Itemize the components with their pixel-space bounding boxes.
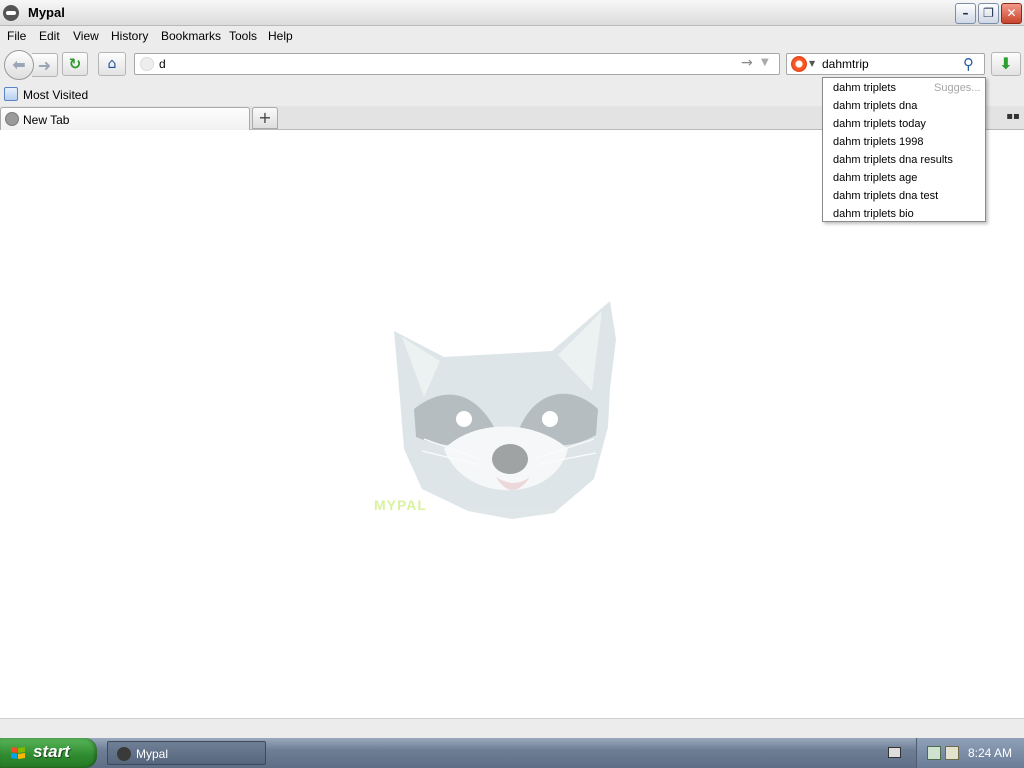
url-bar[interactable]: d → ▼ [134, 53, 780, 75]
most-visited-bookmark[interactable]: Most Visited [23, 88, 88, 102]
close-button[interactable]: ✕ [1001, 3, 1022, 24]
tab-list-button[interactable]: ▪▪ [1006, 111, 1020, 125]
restore-button[interactable]: ❐ [978, 3, 999, 24]
suggestion-item[interactable]: dahm triplets dna results [833, 154, 953, 166]
back-button[interactable]: ⬅ [4, 50, 34, 80]
globe-icon [5, 112, 19, 126]
minimize-button[interactable]: – [955, 3, 976, 24]
system-tray: 8:24 AM [916, 738, 1024, 768]
raccoon-logo [394, 301, 616, 519]
forward-button[interactable]: ➜ [32, 53, 58, 77]
window-title: Mypal [28, 5, 65, 20]
windows-flag-icon [11, 747, 25, 759]
menu-edit[interactable]: Edit [39, 29, 60, 43]
new-tab-button[interactable]: + [252, 107, 278, 129]
home-icon: ⌂ [107, 56, 117, 72]
menu-history[interactable]: History [111, 29, 148, 43]
menu-tools[interactable]: Tools [229, 29, 257, 43]
suggestion-item[interactable]: dahm triplets dna test [833, 190, 938, 202]
start-label: start [33, 742, 70, 761]
taskbar: start Mypal 8:24 AM [0, 738, 1024, 768]
mypal-app-icon [117, 747, 131, 761]
title-bar[interactable]: Mypal – ❐ ✕ [0, 0, 1024, 26]
taskbar-window-mypal[interactable]: Mypal [107, 741, 266, 765]
menu-bookmarks[interactable]: Bookmarks [161, 29, 221, 43]
tab-new-tab[interactable]: New Tab [0, 107, 250, 130]
download-arrow-icon: ⬇ [999, 54, 1013, 73]
back-arrow-icon: ⬅ [12, 55, 26, 74]
tab-label: New Tab [23, 113, 70, 127]
go-arrow-icon[interactable]: → [741, 55, 753, 71]
search-input[interactable]: dahmtrip [822, 57, 869, 71]
url-input[interactable]: d [159, 57, 166, 71]
status-bar [0, 718, 1024, 738]
most-visited-icon[interactable] [4, 87, 18, 101]
clock[interactable]: 8:24 AM [968, 746, 1012, 760]
mypal-app-icon[interactable] [3, 5, 19, 21]
plus-icon: + [258, 108, 272, 127]
network-icon[interactable] [927, 746, 941, 760]
suggestion-item[interactable]: dahm triplets today [833, 118, 926, 130]
keyboard-icon[interactable] [888, 747, 901, 758]
logo-caption: MYPAL [374, 497, 427, 513]
reload-button[interactable]: ↻ [62, 52, 88, 76]
downloads-button[interactable]: ⬇ [991, 52, 1021, 76]
suggestion-item[interactable]: dahm triplets bio [833, 208, 914, 220]
duckduckgo-engine-icon[interactable] [791, 56, 807, 72]
back-forward-group: ➜ ⬅ [4, 50, 58, 80]
grid-icon: ▪▪ [1006, 111, 1020, 122]
search-bar[interactable]: ▼ dahmtrip ⚲ [786, 53, 985, 75]
url-history-dropdown-icon[interactable]: ▼ [761, 57, 769, 68]
volume-icon[interactable] [945, 746, 959, 760]
suggestion-item[interactable]: dahm triplets dna [833, 100, 917, 112]
suggestion-item[interactable]: dahm triplets 1998 [833, 136, 924, 148]
reload-icon: ↻ [68, 55, 82, 73]
search-icon[interactable]: ⚲ [963, 55, 974, 73]
menu-file[interactable]: File [7, 29, 26, 43]
engine-dropdown-icon[interactable]: ▼ [809, 59, 815, 68]
menu-view[interactable]: View [73, 29, 99, 43]
menu-help[interactable]: Help [268, 29, 293, 43]
site-identity-icon[interactable] [140, 57, 154, 71]
suggestion-item[interactable]: dahm triplets age [833, 172, 917, 184]
search-suggestions-popup: Sugges... dahm triplets dahm triplets dn… [822, 77, 986, 222]
taskbar-window-label: Mypal [136, 747, 169, 761]
suggestion-item[interactable]: dahm triplets [833, 82, 896, 94]
suggestions-hint: Sugges... [934, 82, 981, 94]
start-button[interactable]: start [0, 738, 97, 768]
forward-arrow-icon: ➜ [37, 56, 52, 75]
menu-bar: File Edit View History Bookmarks Tools H… [0, 26, 1024, 46]
home-button[interactable]: ⌂ [98, 52, 126, 76]
